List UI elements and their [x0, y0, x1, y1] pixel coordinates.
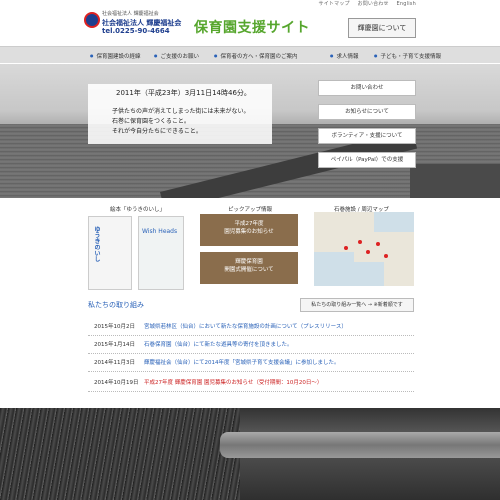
- footer-grass: [0, 408, 240, 500]
- news-row[interactable]: 2015年10月2日 宮城県若林区（仙台）において新たな保育施設の計画について（…: [88, 318, 414, 336]
- news-date: 2014年11月3日: [94, 360, 135, 366]
- map-land-3: [384, 262, 414, 286]
- pickup-enrollment[interactable]: 平成27年度 園児募集のお知らせ: [200, 214, 298, 246]
- book-cover-2-title: Wish Heads: [142, 228, 178, 235]
- hero-line-1: 子供たちの声が消えてしまった街には未来がない。: [112, 108, 250, 115]
- facility-map[interactable]: [314, 212, 414, 286]
- org-logo-icon[interactable]: [84, 12, 100, 28]
- top-links: サイトマップ お問い合わせ English: [313, 0, 416, 7]
- top-bar: サイトマップ お問い合わせ English: [0, 0, 500, 8]
- news-text[interactable]: 石巻保育園（仙台）にて新たな遊具等の寄付を頂きました。: [144, 336, 412, 354]
- map-pin-icon[interactable]: [358, 240, 362, 244]
- nav-item-support[interactable]: ご支援のお願い: [154, 47, 200, 64]
- nav-item-childcare[interactable]: 子ども・子育て支援情報: [374, 47, 442, 64]
- book-cover-1-title: ゆうきのいし: [93, 226, 100, 262]
- hero-wall: [410, 164, 500, 198]
- paypal-button[interactable]: ペイパル（PayPal）での支援: [318, 152, 416, 168]
- news-text[interactable]: 輝慶福祉会（仙台）にて2014年度「宮城県子育て支援会議」に参加しました。: [144, 354, 412, 372]
- org-tagline: 社会福祉法人 輝慶福祉会: [102, 11, 159, 17]
- org-phone: tel.0225-90-4664: [102, 27, 170, 35]
- news-date: 2015年10月2日: [94, 324, 135, 330]
- hero-line-2: 石巻に保育園をつくること。: [112, 118, 190, 125]
- news-row[interactable]: 2014年11月3日 輝慶福祉会（仙台）にて2014年度「宮城県子育て支援会議」…: [88, 354, 414, 372]
- nav-item-history[interactable]: 保育園建設の経緯: [90, 47, 141, 64]
- map-pin-icon[interactable]: [376, 242, 380, 246]
- english-link[interactable]: English: [397, 1, 416, 7]
- footer-rail: [220, 432, 500, 458]
- news-row[interactable]: 2014年10月19日 平成27年度 輝慶保育園 園児募集のお知らせ（受付期間：…: [88, 374, 414, 392]
- hero-date: 2011年（平成23年）3月11日14時46分。: [116, 89, 251, 97]
- map-pin-icon[interactable]: [366, 250, 370, 254]
- book-section-title: 絵本「ゆうきのいし」: [110, 207, 166, 213]
- sitemap-link[interactable]: サイトマップ: [319, 1, 350, 7]
- efforts-list-button[interactable]: 私たちの取り組み一覧へ → ※新着順です: [300, 298, 414, 312]
- pickup-section-title: ピックアップ情報: [228, 207, 273, 213]
- contact-link[interactable]: お問い合わせ: [358, 1, 389, 7]
- site-title[interactable]: 保育園支援サイト: [194, 17, 310, 37]
- news-text[interactable]: 宮城県若林区（仙台）において新たな保育施設の計画について（プレスリリース）: [144, 318, 412, 336]
- notice-button[interactable]: お知らせについて: [318, 104, 416, 120]
- news-row[interactable]: 2015年1月14日 石巻保育園（仙台）にて新たな遊具等の寄付を頂きました。: [88, 336, 414, 354]
- contact-button[interactable]: お問い合わせ: [318, 80, 416, 96]
- news-date: 2015年1月14日: [94, 342, 135, 348]
- news-text[interactable]: 平成27年度 輝慶保育園 園児募集のお知らせ（受付期間：10月20日〜）: [144, 374, 412, 392]
- about-button[interactable]: 輝慶園について: [348, 18, 416, 38]
- efforts-title: 私たちの取り組み: [88, 301, 144, 309]
- map-pin-icon[interactable]: [384, 254, 388, 258]
- news-date: 2014年10月19日: [94, 380, 139, 386]
- map-pin-icon[interactable]: [344, 246, 348, 250]
- footer-photo: [0, 408, 500, 500]
- pickup-opening[interactable]: 輝慶保育園 開園式開催について: [200, 252, 298, 284]
- nav-item-jobs[interactable]: 求人情報: [330, 47, 359, 64]
- nav-item-guide[interactable]: 保育者の方へ・保育園のご案内: [214, 47, 298, 64]
- volunteer-button[interactable]: ボランティア・支援について: [318, 128, 416, 144]
- main-nav: 保育園建設の経緯 ご支援のお願い 保育者の方へ・保育園のご案内 求人情報 子ども…: [0, 46, 500, 63]
- hero-line-3: それが今自分たちにできること。: [112, 128, 202, 135]
